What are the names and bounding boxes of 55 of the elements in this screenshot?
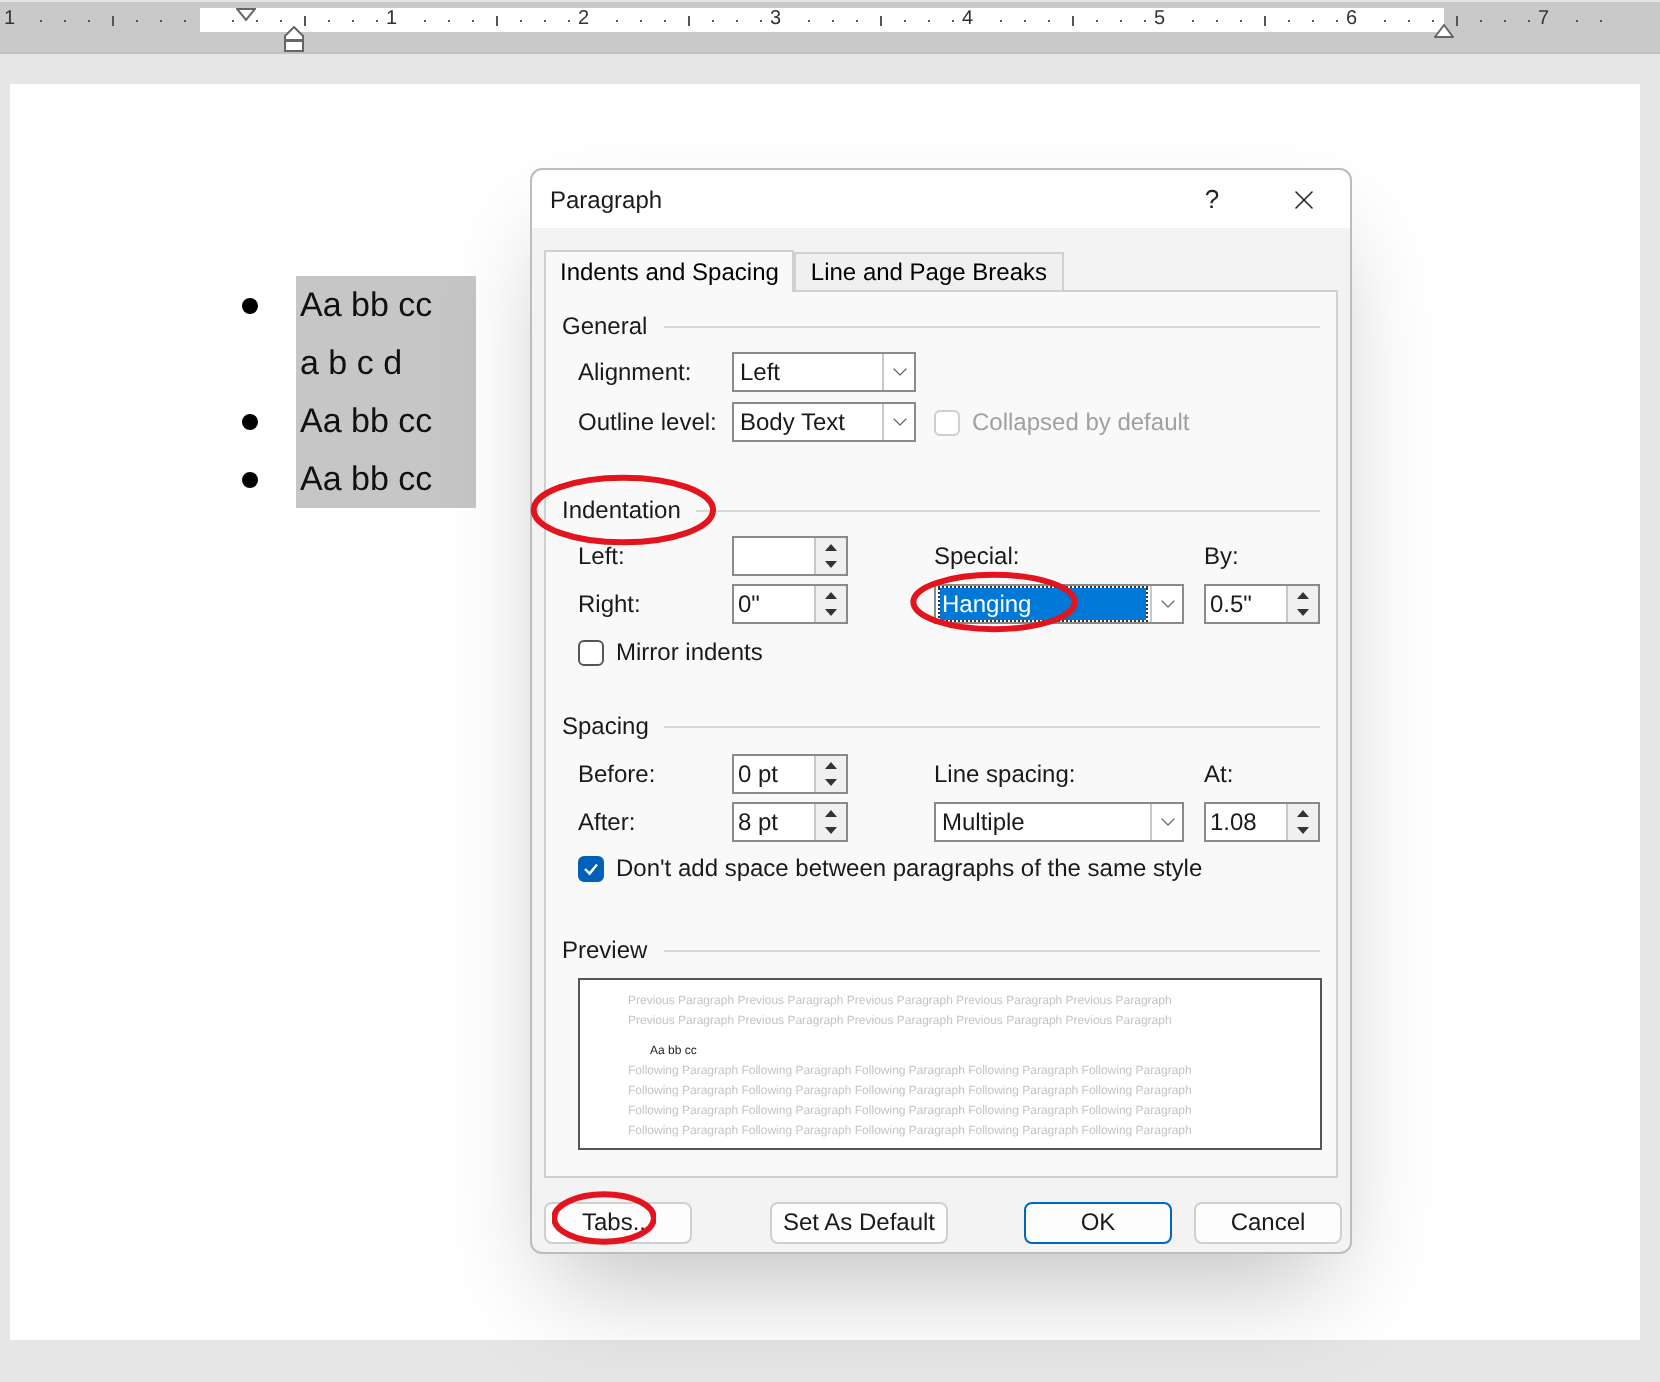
- highlighted-text: a b c d: [296, 334, 476, 392]
- section-heading: Spacing: [562, 712, 649, 740]
- bullet-icon: [242, 298, 258, 314]
- highlighted-text: Aa bb cc: [296, 392, 476, 450]
- ruler[interactable]: 1 1 2 3 4 5 6 7: [0, 2, 1660, 54]
- highlighted-text: Aa bb cc: [296, 450, 476, 508]
- dialog-button[interactable]: Set As Default: [770, 1201, 948, 1243]
- section-heading: Preview: [562, 936, 648, 964]
- field-label: Left:: [578, 540, 627, 574]
- bullet-icon: [242, 414, 258, 430]
- checkbox-label: Mirror indents: [616, 636, 763, 670]
- section-heading: General: [562, 312, 648, 340]
- tab[interactable]: Line and Page Breaks: [794, 252, 1064, 290]
- checkbox[interactable]: [578, 855, 604, 881]
- field-label: Right:: [578, 588, 643, 622]
- dialog-button[interactable]: OK: [1024, 1201, 1172, 1243]
- spin-field[interactable]: 8 pt: [732, 802, 848, 842]
- section-heading: Indentation: [562, 496, 681, 524]
- field-label: Outline level:: [578, 406, 719, 440]
- dropdown[interactable]: Multiple: [934, 802, 1184, 842]
- dropdown[interactable]: Hanging: [934, 584, 1184, 624]
- indent-marker-icon[interactable]: [1434, 24, 1454, 38]
- field-label: Special:: [934, 540, 1020, 574]
- spin-field[interactable]: 0 pt: [732, 754, 848, 794]
- ruler-number: 3: [770, 8, 782, 32]
- dropdown[interactable]: Left: [732, 352, 916, 392]
- field-label: Before:: [578, 758, 658, 792]
- ruler-number: 2: [578, 8, 590, 32]
- window-title: Paragraph: [550, 183, 665, 217]
- dialog-button[interactable]: Cancel: [1194, 1201, 1342, 1243]
- checkbox-label: Collapsed by default: [972, 406, 1190, 440]
- checkmark-icon: [582, 859, 600, 877]
- indent-marker-icon[interactable]: [236, 8, 256, 22]
- spin-field[interactable]: 0.5": [1204, 584, 1320, 624]
- ruler-number: 1: [386, 8, 398, 32]
- spin-field[interactable]: 0": [732, 584, 848, 624]
- ruler-number: 7: [1538, 8, 1550, 32]
- field-label: By:: [1204, 540, 1239, 574]
- dropdown[interactable]: Body Text: [732, 402, 916, 442]
- ruler-number: 4: [962, 8, 974, 32]
- spin-field[interactable]: [732, 536, 848, 576]
- checkbox-label: Don't add space between paragraphs of the same style: [616, 852, 1203, 886]
- ruler-number: 1: [4, 8, 16, 32]
- highlighted-text: Aa bb cc: [296, 276, 476, 334]
- field-label: After:: [578, 806, 638, 840]
- field-label: Alignment:: [578, 356, 694, 390]
- field-label: At:: [1204, 758, 1234, 792]
- tab[interactable]: Indents and Spacing: [544, 250, 795, 292]
- field-label: Line spacing:: [934, 758, 1076, 792]
- spin-field[interactable]: 1.08: [1204, 802, 1320, 842]
- ruler-number: 5: [1154, 8, 1166, 32]
- ruler-number: 6: [1346, 8, 1358, 32]
- help-button[interactable]: ?: [1166, 170, 1258, 228]
- checkbox[interactable]: [578, 639, 604, 665]
- bullet-icon: [242, 472, 258, 488]
